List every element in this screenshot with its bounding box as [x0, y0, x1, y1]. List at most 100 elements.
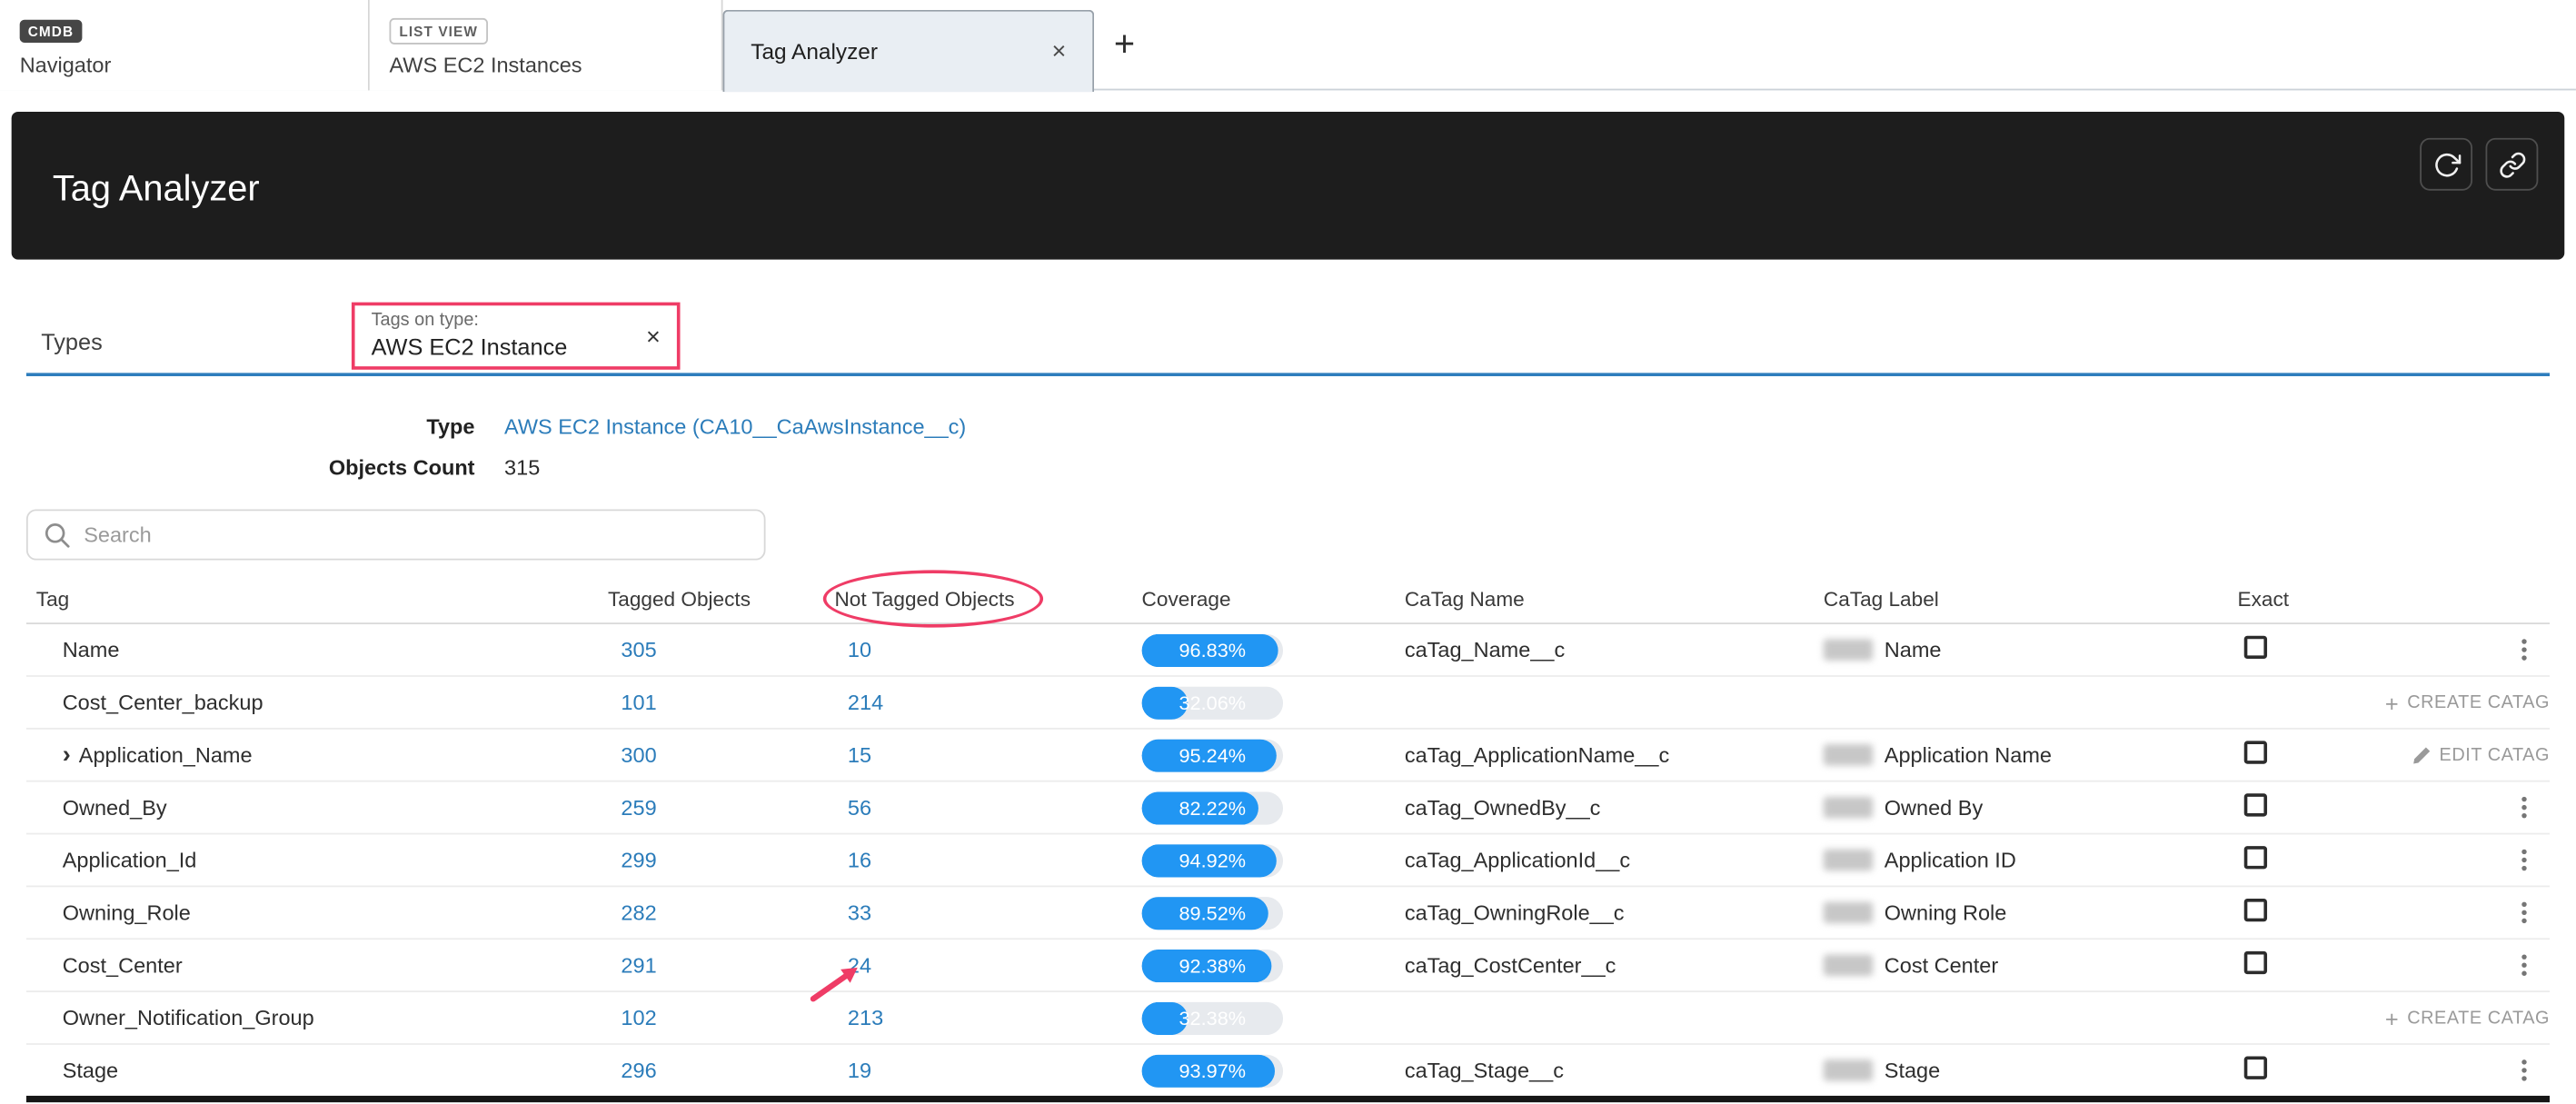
- cmdb-badge: CMDB: [20, 20, 83, 43]
- share-link-button[interactable]: [2486, 138, 2539, 191]
- not-tagged-objects-link[interactable]: 19: [848, 1058, 871, 1082]
- row-menu-button[interactable]: [2515, 895, 2550, 930]
- column-header-catag-name[interactable]: CaTag Name: [1405, 587, 1824, 610]
- coverage-value: 93.97%: [1142, 1054, 1283, 1087]
- new-tab-button[interactable]: +: [1114, 26, 1135, 63]
- plus-icon: +: [2385, 1005, 2399, 1031]
- redacted-prefix: [1824, 1059, 1873, 1081]
- not-tagged-objects-link[interactable]: 16: [848, 848, 871, 872]
- table-row: ›Application_Name 300 15 95.24% caTag_Ap…: [26, 730, 2550, 782]
- not-tagged-objects-link[interactable]: 56: [848, 795, 871, 820]
- expand-chevron-icon[interactable]: ›: [63, 741, 71, 769]
- tagged-objects-link[interactable]: 300: [621, 742, 656, 767]
- coverage-value: 82.22%: [1142, 791, 1283, 824]
- tagged-objects-link[interactable]: 291: [621, 953, 656, 978]
- table-row: Cost_Center 291 24 92.38% caTag_CostCent…: [26, 940, 2550, 992]
- coverage-value: 95.24%: [1142, 739, 1283, 771]
- coverage-value: 92.38%: [1142, 949, 1283, 981]
- tagged-objects-link[interactable]: 296: [621, 1058, 656, 1082]
- chip-close-icon[interactable]: ×: [646, 323, 661, 352]
- coverage-value: 32.06%: [1142, 686, 1283, 719]
- exact-checkbox[interactable]: [2244, 846, 2267, 869]
- catag-name: caTag_ApplicationName__c: [1405, 742, 1824, 767]
- column-header-tag[interactable]: Tag: [26, 587, 608, 610]
- redacted-prefix: [1824, 639, 1873, 661]
- tagged-objects-link[interactable]: 305: [621, 638, 656, 662]
- type-info-panel: Type AWS EC2 Instance (CA10__CaAwsInstan…: [26, 406, 1505, 488]
- not-tagged-objects-link[interactable]: 10: [848, 638, 871, 662]
- row-menu-button[interactable]: [2515, 791, 2550, 825]
- column-header-exact[interactable]: Exact: [2237, 587, 2375, 610]
- create-catag-button[interactable]: +CREATE CATAG: [2385, 1005, 2550, 1031]
- not-tagged-objects-link[interactable]: 214: [848, 690, 883, 714]
- list-view-badge: LIST VIEW: [389, 18, 487, 45]
- search-box: [26, 509, 766, 560]
- exact-checkbox[interactable]: [2244, 951, 2267, 974]
- tagged-objects-link[interactable]: 299: [621, 848, 656, 872]
- coverage-value: 94.92%: [1142, 843, 1283, 876]
- page-title: Tag Analyzer: [53, 167, 260, 210]
- column-header-not-tagged-objects[interactable]: Not Tagged Objects: [834, 587, 1141, 610]
- catag-label: Stage: [1885, 1058, 1940, 1082]
- not-tagged-objects-link[interactable]: 15: [848, 742, 871, 767]
- tagged-objects-link[interactable]: 101: [621, 690, 656, 714]
- catag-label: Name: [1885, 638, 1942, 662]
- tag-name: Owning_Role: [26, 900, 608, 925]
- search-input[interactable]: [26, 509, 766, 560]
- redacted-prefix: [1824, 744, 1873, 766]
- exact-checkbox[interactable]: [2244, 1057, 2267, 1079]
- table-row: Application_Id 299 16 94.92% caTag_Appli…: [26, 834, 2550, 887]
- coverage-bar: 32.38%: [1142, 1001, 1283, 1034]
- refresh-button[interactable]: [2420, 138, 2472, 191]
- exact-checkbox[interactable]: [2244, 793, 2267, 816]
- catag-name: caTag_OwningRole__c: [1405, 900, 1824, 925]
- horizontal-scrollbar[interactable]: [26, 1096, 2550, 1102]
- not-tagged-objects-link[interactable]: 24: [848, 953, 871, 978]
- chip-label: Tags on type:: [372, 311, 479, 331]
- redacted-prefix: [1824, 954, 1873, 976]
- row-menu-button[interactable]: [2515, 948, 2550, 982]
- tagged-objects-link[interactable]: 102: [621, 1005, 656, 1029]
- tags-on-type-chip annotation-box[interactable]: Tags on type: AWS EC2 Instance ×: [352, 303, 681, 370]
- catag-name: caTag_CostCenter__c: [1405, 953, 1824, 978]
- exact-checkbox[interactable]: [2244, 741, 2267, 763]
- coverage-bar: 94.92%: [1142, 843, 1283, 876]
- row-menu-button[interactable]: [2515, 843, 2550, 878]
- tag-name: Cost_Center: [26, 953, 608, 978]
- column-header-coverage[interactable]: Coverage: [1142, 587, 1405, 610]
- table-header-row: Tag Tagged Objects Not Tagged Objects Co…: [26, 575, 2550, 624]
- tab-tag-analyzer[interactable]: Tag Analyzer ×: [723, 10, 1095, 92]
- close-tab-icon[interactable]: ×: [1049, 38, 1069, 66]
- column-header-catag-label[interactable]: CaTag Label: [1824, 587, 2238, 610]
- tag-name: Owned_By: [26, 795, 608, 820]
- pencil-icon: [2412, 745, 2432, 765]
- tab-aws-ec2-instances[interactable]: LIST VIEW AWS EC2 Instances: [370, 0, 723, 90]
- tag-name: Owner_Notification_Group: [26, 1005, 608, 1029]
- type-value-link[interactable]: AWS EC2 Instance (CA10__CaAwsInstance__c…: [504, 414, 966, 439]
- table-row: Name 305 10 96.83% caTag_Name__c Name: [26, 624, 2550, 677]
- tab-bar: CMDB Navigator LIST VIEW AWS EC2 Instanc…: [0, 0, 2576, 90]
- exact-checkbox[interactable]: [2244, 636, 2267, 659]
- not-tagged-objects-link[interactable]: 33: [848, 900, 871, 925]
- coverage-bar: 92.38%: [1142, 949, 1283, 981]
- types-nav-label[interactable]: Types: [41, 329, 103, 355]
- link-icon: [2498, 150, 2526, 178]
- tagged-objects-link[interactable]: 282: [621, 900, 656, 925]
- tagged-objects-link[interactable]: 259: [621, 795, 656, 820]
- edit-catag-button[interactable]: EDIT CATAG: [2412, 745, 2550, 765]
- create-catag-button[interactable]: +CREATE CATAG: [2385, 689, 2550, 715]
- tab-navigator[interactable]: CMDB Navigator: [0, 0, 370, 90]
- catag-name: caTag_OwnedBy__c: [1405, 795, 1824, 820]
- coverage-bar: 89.52%: [1142, 896, 1283, 929]
- table-row: Owned_By 259 56 82.22% caTag_OwnedBy__c …: [26, 782, 2550, 835]
- row-menu-button[interactable]: [2515, 632, 2550, 667]
- tag-name: Cost_Center_backup: [26, 690, 608, 714]
- exact-checkbox[interactable]: [2244, 899, 2267, 921]
- coverage-value: 32.38%: [1142, 1001, 1283, 1034]
- tags-table: Tag Tagged Objects Not Tagged Objects Co…: [26, 575, 2550, 1098]
- coverage-bar: 93.97%: [1142, 1054, 1283, 1087]
- not-tagged-objects-link[interactable]: 213: [848, 1005, 883, 1029]
- coverage-bar: 82.22%: [1142, 791, 1283, 824]
- row-menu-button[interactable]: [2515, 1053, 2550, 1088]
- column-header-tagged-objects[interactable]: Tagged Objects: [608, 587, 835, 610]
